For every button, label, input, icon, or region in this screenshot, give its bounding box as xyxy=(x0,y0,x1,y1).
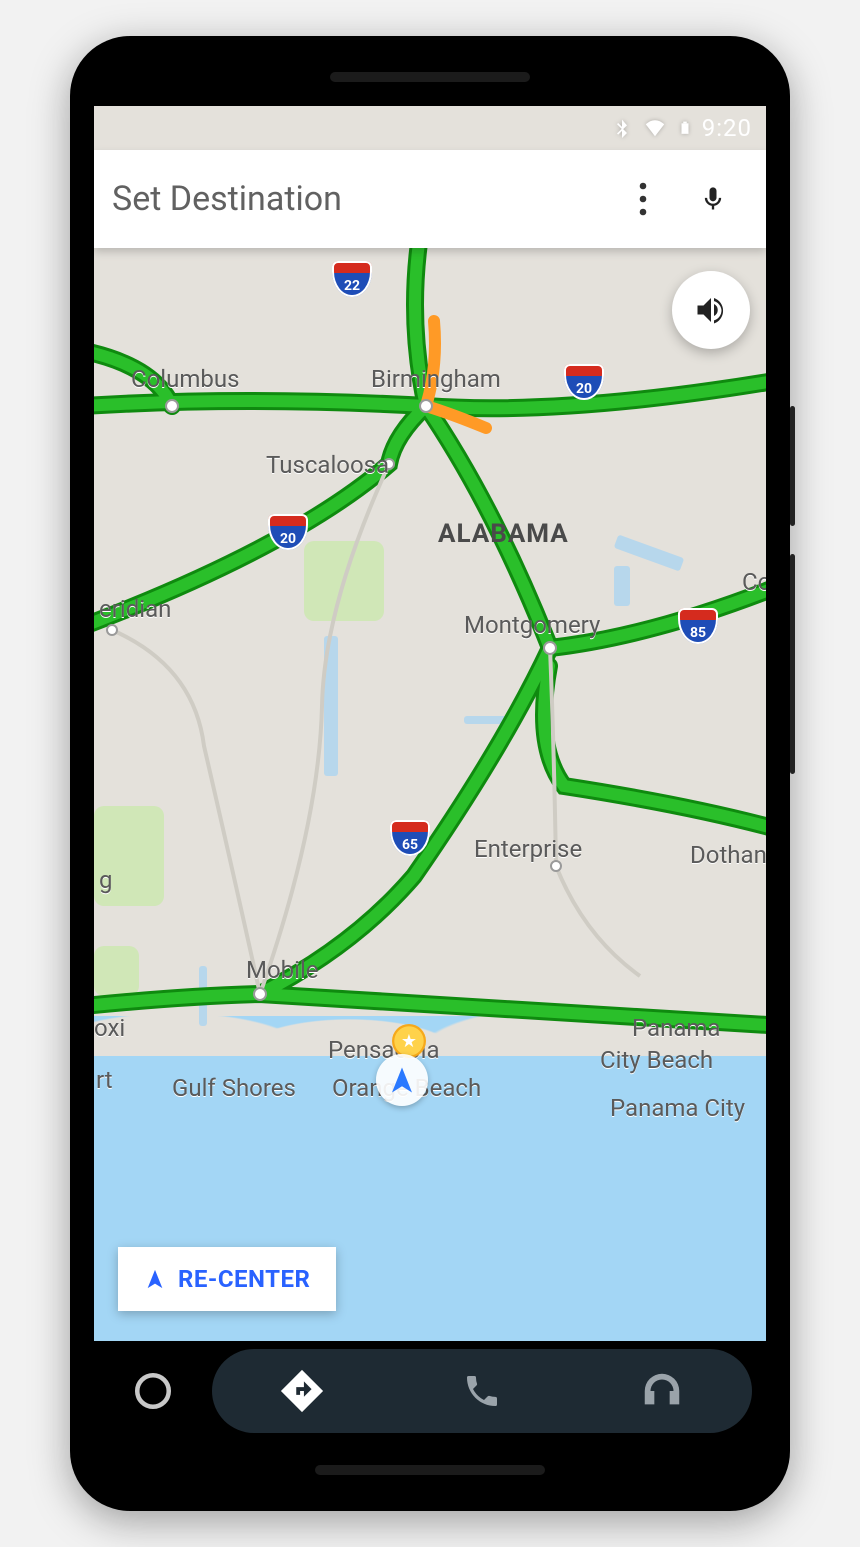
nav-pill xyxy=(212,1349,752,1433)
nav-media-button[interactable] xyxy=(617,1368,707,1414)
nav-directions-button[interactable] xyxy=(257,1368,347,1414)
map-city-label: rt xyxy=(96,1066,113,1094)
phone-icon xyxy=(462,1371,502,1411)
interstate-shield-icon: 22 xyxy=(332,261,372,297)
voice-search-button[interactable] xyxy=(678,180,748,218)
recenter-label: RE-CENTER xyxy=(178,1265,310,1293)
map-city-label: Gulf Shores xyxy=(172,1074,296,1102)
map-roads xyxy=(94,106,766,1441)
phone-side-button xyxy=(790,406,795,526)
navigation-arrow-icon xyxy=(144,1268,166,1290)
recenter-button[interactable]: RE-CENTER xyxy=(118,1247,336,1311)
map-city-label: Panama City xyxy=(610,1094,745,1122)
screen: ALABAMA Columbus Birmingham Tuscaloosa erid… xyxy=(94,106,766,1441)
search-placeholder[interactable]: Set Destination xyxy=(112,179,608,219)
more-vert-icon xyxy=(639,182,647,216)
microphone-icon xyxy=(699,180,727,218)
current-location-marker[interactable] xyxy=(376,1054,428,1106)
circle-outline-icon xyxy=(132,1370,174,1412)
battery-icon xyxy=(678,117,692,139)
phone-speaker xyxy=(330,72,530,82)
nav-phone-button[interactable] xyxy=(437,1371,527,1411)
map-city-label: Columbus xyxy=(131,365,240,393)
map-city-label: Enterprise xyxy=(474,835,582,863)
saved-place-star-icon[interactable]: ★ xyxy=(392,1024,426,1058)
map-city-label: City Beach xyxy=(600,1046,713,1074)
map-city-label: Birmingham xyxy=(371,365,501,393)
map-city-label: Tuscaloosa xyxy=(266,451,389,479)
directions-icon xyxy=(279,1368,325,1414)
more-options-button[interactable] xyxy=(608,182,678,216)
map-city-label: eridian xyxy=(99,595,171,623)
wifi-icon xyxy=(642,117,668,139)
map-canvas[interactable]: ALABAMA Columbus Birmingham Tuscaloosa erid… xyxy=(94,106,766,1441)
phone-frame: ALABAMA Columbus Birmingham Tuscaloosa erid… xyxy=(70,36,790,1511)
interstate-shield-icon: 20 xyxy=(268,514,308,550)
volume-icon xyxy=(693,292,729,328)
interstate-shield-icon: 85 xyxy=(678,608,718,644)
bottom-nav xyxy=(94,1341,766,1441)
map-city-label: Panama xyxy=(632,1014,720,1042)
map-city-label: Co xyxy=(742,568,766,596)
map-city-label: Mobile xyxy=(246,956,319,984)
sound-toggle-button[interactable] xyxy=(672,271,750,349)
map-city-label: Dothan xyxy=(690,841,766,869)
map-city-label: g xyxy=(99,866,112,894)
phone-side-button xyxy=(790,554,795,774)
interstate-shield-icon: 65 xyxy=(390,820,430,856)
interstate-shield-icon: 20 xyxy=(564,364,604,400)
nav-home-button[interactable] xyxy=(94,1370,212,1412)
headphones-icon xyxy=(639,1368,685,1414)
map-state-label: ALABAMA xyxy=(438,519,569,549)
status-clock: 9:20 xyxy=(702,114,752,142)
phone-bottom-speaker xyxy=(315,1465,545,1475)
map-city-label: oxi xyxy=(94,1014,125,1042)
status-bar: 9:20 xyxy=(94,106,766,150)
search-bar[interactable]: Set Destination xyxy=(94,150,766,248)
map-city-label: Montgomery xyxy=(464,611,600,639)
bluetooth-icon xyxy=(612,116,632,140)
